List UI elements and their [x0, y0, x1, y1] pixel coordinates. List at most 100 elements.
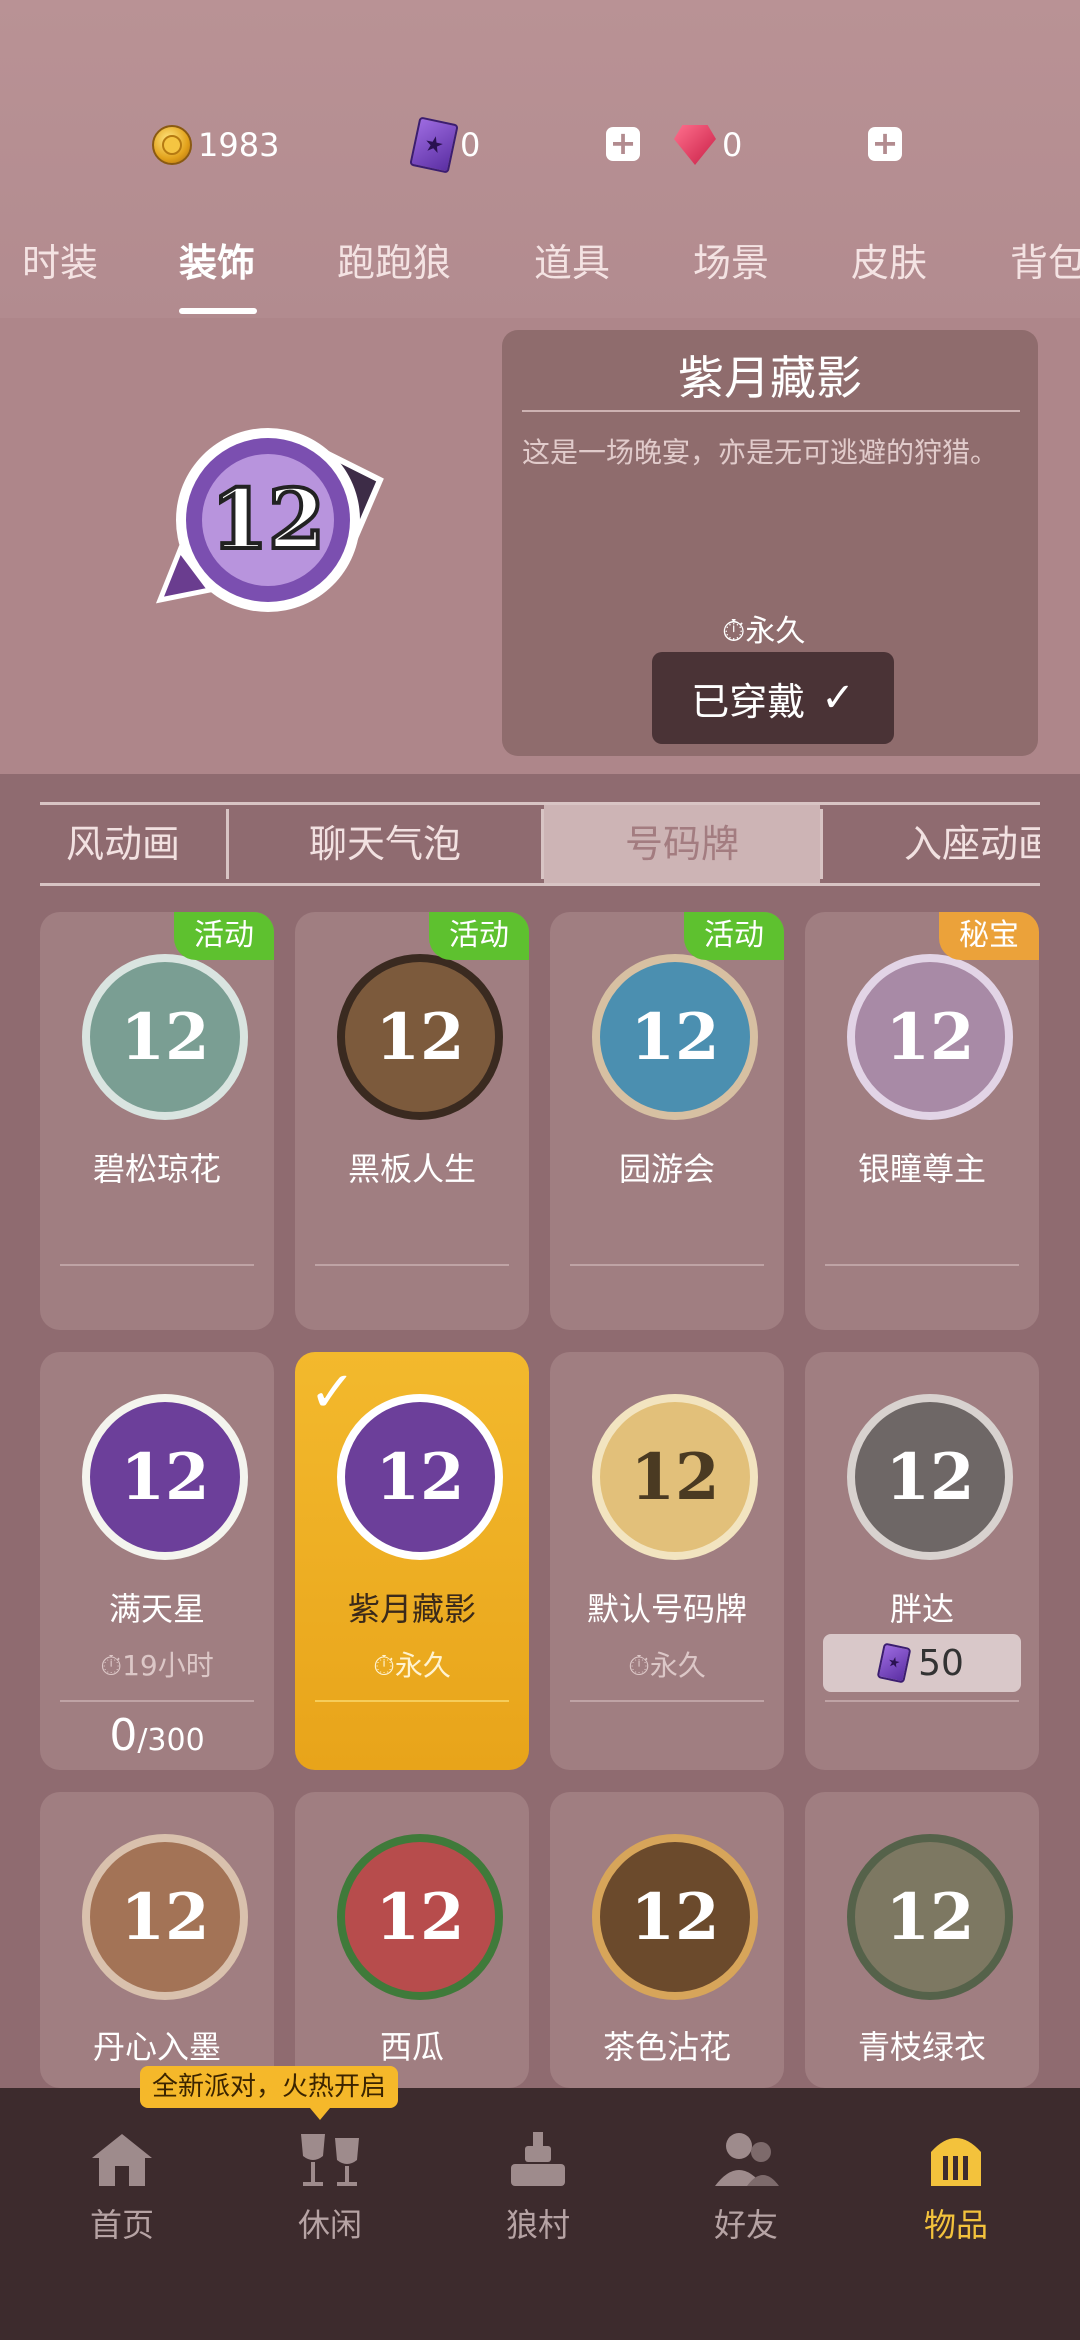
divider	[315, 1264, 509, 1266]
item-time: ⏱永久	[295, 1644, 529, 1684]
item-name: 满天星	[108, 1590, 205, 1628]
nav-wolf-village-label: 狼村	[505, 2206, 570, 2244]
item-name: 丹心入墨	[92, 2028, 221, 2066]
subcategory-tabs: 风动画 聊天气泡 号码牌 入座动画	[40, 802, 1040, 886]
tab-props[interactable]: 道具	[534, 232, 610, 287]
clock-icon: ⏱	[628, 1649, 650, 1682]
coin-balance: 1983	[152, 118, 279, 172]
item-card[interactable]: 12 胖达 ★ 50	[805, 1352, 1039, 1770]
clock-icon: ⏱	[100, 1649, 123, 1682]
item-card-selected[interactable]: ✓ 12 紫月藏影 ⏱永久	[295, 1352, 529, 1770]
divider	[825, 1264, 1019, 1266]
coin-icon	[152, 125, 192, 165]
nav-items[interactable]: 物品	[876, 2128, 1036, 2246]
item-tag: 活动	[684, 912, 784, 960]
item-badge-icon: 12	[82, 1394, 248, 1560]
checkmark-icon: ✓	[309, 1360, 356, 1425]
gem-count: 0	[722, 126, 743, 164]
item-tag: 秘宝	[939, 912, 1039, 960]
nav-leisure[interactable]: 休闲	[250, 2128, 410, 2246]
divider	[825, 1700, 1019, 1702]
duration-label: 永久	[745, 614, 806, 649]
item-time-label: 19小时	[122, 1649, 214, 1682]
item-name: 西瓜	[379, 2028, 444, 2066]
item-card[interactable]: 12 茶色沾花	[550, 1792, 784, 2088]
item-badge-icon: 12	[337, 954, 503, 1120]
item-name: 园游会	[618, 1150, 715, 1188]
item-tag: 活动	[174, 912, 274, 960]
item-time: ⏱永久	[550, 1644, 784, 1684]
item-card[interactable]: 12 碧松琼花 活动	[40, 912, 274, 1330]
tab-backpack[interactable]: 背包	[1010, 232, 1080, 287]
item-time-label: 永久	[649, 1649, 706, 1682]
item-name: 默认号码牌	[586, 1590, 747, 1628]
nav-friends-label: 好友	[713, 2206, 778, 2244]
item-card[interactable]: 12 满天星 ⏱19小时 0/300	[40, 1352, 274, 1770]
category-tabs: 时装 装饰 跑跑狼 道具 场景 皮肤 背包	[0, 232, 1080, 312]
item-progress: 0/300	[40, 1710, 274, 1761]
bottom-navigation: 首页 休闲 狼村 好友 物品	[0, 2088, 1080, 2340]
tab-decoration[interactable]: 装饰	[179, 232, 255, 287]
subtab-seat-animation[interactable]: 入座动画	[860, 805, 1040, 883]
subtab-chat-bubble[interactable]: 聊天气泡	[229, 805, 541, 883]
item-badge-icon: 12	[847, 1834, 1013, 2000]
promo-bubble[interactable]: 全新派对，火热开启	[140, 2066, 399, 2120]
nav-home-label: 首页	[89, 2206, 154, 2244]
svg-text:12: 12	[211, 472, 325, 568]
item-card[interactable]: 12 西瓜	[295, 1792, 529, 2088]
item-card[interactable]: 12 银瞳尊主 秘宝	[805, 912, 1039, 1330]
add-tickets-button[interactable]: +	[606, 127, 640, 161]
item-description: 这是一场晚宴，亦是无可逃避的狩猎。	[522, 436, 999, 469]
item-card[interactable]: 12 默认号码牌 ⏱永久	[550, 1352, 784, 1770]
tab-scenes[interactable]: 场景	[693, 232, 769, 287]
nav-friends[interactable]: 好友	[666, 2128, 826, 2246]
price-button[interactable]: ★ 50	[823, 1634, 1021, 1692]
friends-icon	[711, 2128, 781, 2192]
tab-skins[interactable]: 皮肤	[851, 232, 927, 287]
item-badge-icon: 12	[592, 954, 758, 1120]
nav-leisure-label: 休闲	[297, 2206, 362, 2244]
item-tag: 活动	[429, 912, 529, 960]
gem-balance: 0	[674, 118, 742, 172]
nav-home[interactable]: 首页	[42, 2128, 202, 2246]
item-card[interactable]: 12 黑板人生 活动	[295, 912, 529, 1330]
gem-icon	[674, 125, 716, 165]
item-card[interactable]: 12 青枝绿衣	[805, 1792, 1039, 2088]
bag-icon	[921, 2128, 991, 2192]
divider	[60, 1264, 254, 1266]
item-badge-icon: 12	[847, 1394, 1013, 1560]
wear-button[interactable]: 已穿戴 ✓	[652, 652, 894, 744]
item-title: 紫月藏影	[678, 351, 862, 405]
ticket-icon: ★	[409, 116, 459, 174]
add-gems-button[interactable]: +	[868, 127, 902, 161]
item-badge-icon: 12	[337, 1394, 503, 1560]
item-card[interactable]: 12 园游会 活动	[550, 912, 784, 1330]
active-tab-indicator	[179, 308, 257, 314]
item-badge-icon: 12	[82, 954, 248, 1120]
item-name: 茶色沾花	[602, 2028, 731, 2066]
price-label: 50	[918, 1642, 964, 1684]
subtab-wind-animation[interactable]: 风动画	[40, 805, 226, 883]
subtab-number-plate[interactable]: 号码牌	[544, 805, 820, 883]
item-badge-icon: 12	[847, 954, 1013, 1120]
clock-icon: ⏱	[722, 614, 746, 649]
clock-icon: ⏱	[373, 1649, 395, 1682]
item-card[interactable]: 12 丹心入墨	[40, 1792, 274, 2088]
divider	[820, 809, 823, 879]
item-duration: ⏱永久	[722, 606, 805, 650]
item-name: 银瞳尊主	[857, 1150, 986, 1188]
item-progress-total: /300	[137, 1723, 205, 1758]
divider	[315, 1700, 509, 1702]
item-time: ⏱19小时	[40, 1644, 274, 1684]
wear-button-label: 已穿戴	[691, 679, 806, 724]
nav-wolf-village[interactable]: 狼村	[458, 2128, 618, 2246]
item-badge-icon: 12	[337, 1834, 503, 2000]
coin-count: 1983	[198, 126, 280, 164]
item-name: 碧松琼花	[92, 1150, 221, 1188]
item-info-card: 紫月藏影 这是一场晚宴，亦是无可逃避的狩猎。 ⏱永久 已穿戴 ✓	[502, 330, 1038, 756]
item-name: 胖达	[889, 1590, 954, 1628]
tab-running-wolf[interactable]: 跑跑狼	[337, 232, 451, 287]
tab-fashion[interactable]: 时装	[22, 232, 98, 287]
item-badge-icon: 12	[592, 1834, 758, 2000]
home-icon	[87, 2128, 157, 2192]
